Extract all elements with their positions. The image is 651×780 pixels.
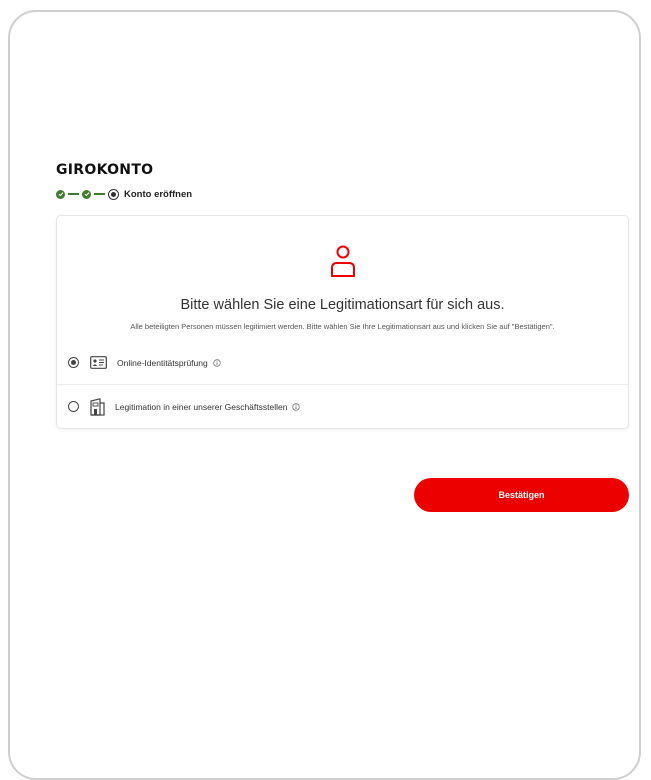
branch-building-icon: [90, 397, 105, 416]
step-current-label: Konto eröffnen: [124, 188, 193, 200]
option-branch-legitimation[interactable]: Legitimation in einer unserer Geschäftss…: [57, 384, 628, 428]
option-branch-legitimation-label: Legitimation in einer unserer Geschäftss…: [115, 401, 288, 412]
info-icon[interactable]: [292, 402, 301, 411]
progress-stepper: Konto eröffnen: [56, 187, 629, 201]
card-subline: Alle beteiligten Personen müssen legitim…: [130, 322, 555, 331]
legitimation-card: Bitte wählen Sie eine Legitimationsart f…: [56, 215, 629, 429]
page-title: GIROKONTO: [56, 162, 154, 178]
device-frame: GIROKONTO Konto eröffnen Bitte wählen Si…: [8, 10, 641, 780]
step-done-check-icon: [82, 189, 91, 199]
main-content: GIROKONTO Konto eröffnen Bitte wählen Si…: [56, 162, 629, 512]
id-card-icon: [90, 356, 107, 369]
step-connector: [94, 193, 105, 195]
option-online-identification-label: Online-Identitätsprüfung: [117, 357, 208, 368]
person-icon: [330, 244, 356, 283]
confirm-button[interactable]: Bestätigen: [414, 478, 629, 512]
step-connector: [68, 193, 79, 195]
legitimation-options: Online-Identitätsprüfung Legitimation in…: [57, 341, 628, 428]
info-icon[interactable]: [213, 358, 221, 367]
radio-online-identification[interactable]: [68, 357, 79, 368]
card-headline: Bitte wählen Sie eine Legitimationsart f…: [180, 297, 505, 313]
radio-branch-legitimation[interactable]: [68, 401, 79, 412]
step-current-icon: [108, 188, 119, 200]
card-header: Bitte wählen Sie eine Legitimationsart f…: [57, 216, 628, 331]
step-done-check-icon: [56, 189, 65, 199]
option-online-identification[interactable]: Online-Identitätsprüfung: [57, 341, 628, 384]
